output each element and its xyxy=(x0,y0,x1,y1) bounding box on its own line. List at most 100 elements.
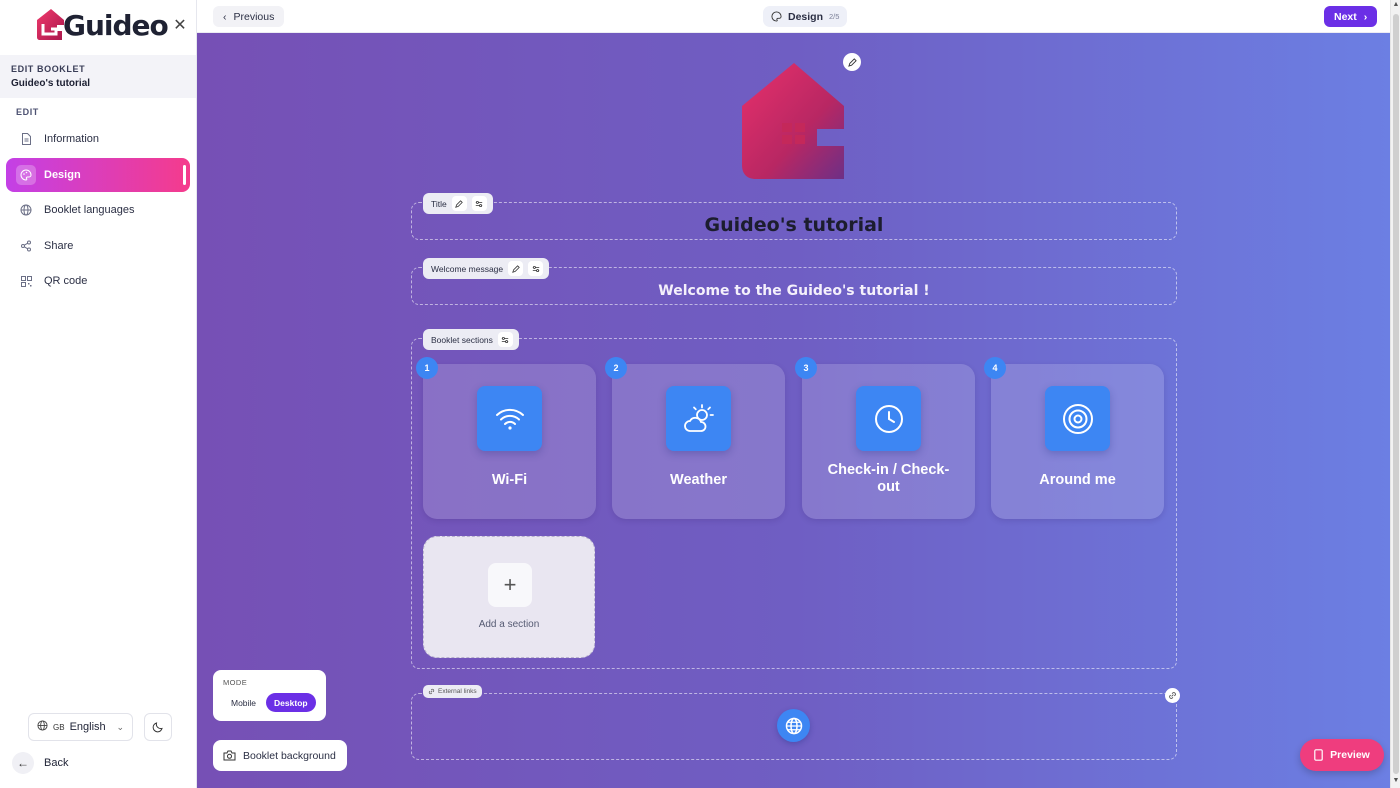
sidebar-nav: Information Design Booklet languages Sha… xyxy=(6,122,190,300)
language-row: GB English ⌄ xyxy=(28,713,172,741)
sidebar-item-booklet-languages[interactable]: Booklet languages xyxy=(6,193,190,227)
dark-mode-toggle[interactable] xyxy=(144,713,172,741)
section-card-around-me[interactable]: 4 Around me xyxy=(984,357,1164,519)
guideo-logo-icon xyxy=(37,9,64,40)
preview-button[interactable]: Preview xyxy=(1300,739,1384,771)
title-tag-label: Title xyxy=(431,198,447,209)
palette-icon xyxy=(16,164,36,185)
booklet-name: Guideo's tutorial xyxy=(11,78,91,89)
edit-welcome-button[interactable] xyxy=(508,261,524,276)
chevron-right-icon: › xyxy=(1363,10,1368,23)
section-number: 3 xyxy=(795,357,817,379)
sections-tag: Booklet sections xyxy=(423,329,519,350)
title-settings-button[interactable] xyxy=(471,196,487,211)
preview-label: Preview xyxy=(1330,749,1370,761)
section-number: 1 xyxy=(416,357,438,379)
scrollbar-thumb[interactable] xyxy=(1393,14,1399,774)
previous-label: Previous xyxy=(233,10,275,23)
add-section-label: Add a section xyxy=(478,619,540,630)
chevron-down-icon: ⌄ xyxy=(116,721,124,732)
mode-toggle: Mobile Desktop xyxy=(223,693,316,712)
step-indicator: Design 2/5 xyxy=(763,6,848,27)
title-tag: Title xyxy=(423,193,493,214)
sidebar-item-label: Information xyxy=(44,133,100,145)
external-links-tag: External links xyxy=(423,685,482,698)
welcome-tag-label: Welcome message xyxy=(431,263,504,274)
external-links-tag-label: External links xyxy=(438,688,477,695)
wifi-icon xyxy=(477,386,542,451)
share-icon xyxy=(20,240,32,252)
sidebar-item-label: Design xyxy=(44,168,81,181)
add-section-button[interactable]: + Add a section xyxy=(423,536,595,658)
document-icon xyxy=(20,133,32,145)
add-external-link-button[interactable] xyxy=(1165,688,1180,703)
design-canvas: Title Guideo's tutorial Welcome message … xyxy=(197,33,1390,788)
link-icon xyxy=(1169,692,1176,699)
step-label: Design xyxy=(788,10,824,23)
booklet-caption: EDIT BOOKLET xyxy=(11,64,86,74)
clock-icon xyxy=(856,386,921,451)
booklet-background-label: Booklet background xyxy=(243,749,336,762)
page-scrollbar[interactable]: ▲ ▼ xyxy=(1390,0,1400,788)
section-label: Wi-Fi xyxy=(491,472,528,488)
edit-logo-button[interactable] xyxy=(843,53,861,71)
camera-icon xyxy=(223,750,236,761)
phone-icon xyxy=(1314,749,1323,761)
weather-icon xyxy=(666,386,731,451)
section-number: 4 xyxy=(984,357,1006,379)
external-link-globe-button[interactable] xyxy=(777,709,810,742)
mode-mobile-option[interactable]: Mobile xyxy=(223,693,264,712)
section-card-check-in-check-out[interactable]: 3 Check-in / Check-out xyxy=(795,357,975,519)
back-label: Back xyxy=(44,757,69,769)
language-flag: GB xyxy=(53,722,65,732)
section-card-weather[interactable]: 2 Weather xyxy=(605,357,785,519)
booklet-title: Guideo's tutorial xyxy=(704,214,884,236)
link-icon xyxy=(428,688,435,695)
language-label: English xyxy=(69,721,106,733)
booklet-info: EDIT BOOKLET Guideo's tutorial xyxy=(0,55,196,98)
welcome-tag: Welcome message xyxy=(423,258,550,279)
sections-settings-button[interactable] xyxy=(497,332,513,347)
close-sidebar-icon[interactable]: ✕ xyxy=(172,18,188,34)
sidebar-item-label: Share xyxy=(44,239,74,252)
section-number: 2 xyxy=(605,357,627,379)
sliders-icon xyxy=(502,336,509,343)
sidebar-item-label: Booklet languages xyxy=(44,204,135,216)
chevron-left-icon: ‹ xyxy=(223,10,227,23)
step-count: 2/5 xyxy=(829,12,840,21)
sections-tag-label: Booklet sections xyxy=(431,334,493,345)
moon-icon xyxy=(152,722,163,733)
back-button[interactable]: ← Back xyxy=(12,752,68,774)
booklet-logo-image[interactable] xyxy=(742,61,845,181)
pencil-icon xyxy=(455,199,464,208)
welcome-settings-button[interactable] xyxy=(528,261,544,276)
section-label: Check-in / Check-out xyxy=(827,462,950,495)
booklet-background-button[interactable]: Booklet background xyxy=(213,740,347,771)
mode-switch-panel: MODE Mobile Desktop xyxy=(213,670,326,721)
previous-button[interactable]: ‹ Previous xyxy=(213,6,285,27)
sidebar-item-qr-code[interactable]: QR code xyxy=(6,264,190,298)
mode-desktop-option[interactable]: Desktop xyxy=(266,693,316,712)
sidebar-item-share[interactable]: Share xyxy=(6,229,190,263)
scroll-up-icon[interactable]: ▲ xyxy=(1392,1,1400,8)
edit-title-button[interactable] xyxy=(451,196,467,211)
language-select[interactable]: GB English ⌄ xyxy=(28,713,133,741)
plus-icon: + xyxy=(488,563,532,607)
sliders-icon xyxy=(476,200,483,207)
guideo-logo[interactable]: Guideo xyxy=(36,5,169,45)
sidebar-item-information[interactable]: Information xyxy=(6,122,190,156)
globe-icon xyxy=(37,720,48,734)
sliders-icon xyxy=(532,265,539,272)
arrow-left-icon: ← xyxy=(12,752,34,774)
next-button[interactable]: Next › xyxy=(1324,6,1378,27)
scroll-down-icon[interactable]: ▼ xyxy=(1392,777,1400,784)
section-label: Around me xyxy=(1039,472,1116,488)
sidebar: Guideo ✕ EDIT BOOKLET Guideo's tutorial … xyxy=(0,0,197,788)
mode-caption: MODE xyxy=(223,678,248,687)
sidebar-item-design[interactable]: Design xyxy=(6,157,190,192)
pencil-icon xyxy=(847,57,857,67)
globe-icon xyxy=(20,204,32,216)
top-bar: ‹ Previous Design 2/5 Next › xyxy=(197,0,1390,33)
section-card-wifi[interactable]: 1 Wi-Fi xyxy=(416,357,596,519)
welcome-message: Welcome to the Guideo's tutorial ! xyxy=(658,283,930,299)
